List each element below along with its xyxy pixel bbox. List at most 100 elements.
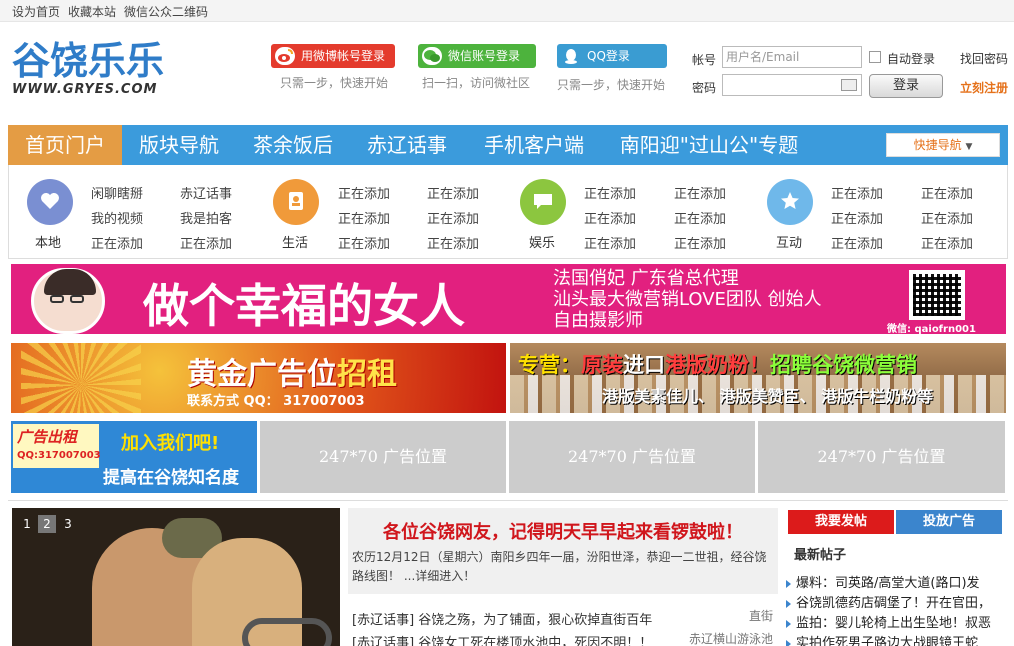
banner-line: 汕头最大微营销LOVE团队 创始人 xyxy=(553,289,822,310)
slider-page[interactable]: 3 xyxy=(59,515,77,533)
ad-slot-placeholder[interactable]: 247*70 广告位置 xyxy=(758,421,1005,493)
category-name-interaction[interactable]: 互动 xyxy=(764,232,814,251)
milk-l1-a: 专营： xyxy=(518,353,581,377)
heart-icon[interactable] xyxy=(27,179,73,225)
category-name-entertainment[interactable]: 娱乐 xyxy=(517,232,567,251)
slider-page[interactable]: 1 xyxy=(18,515,36,533)
latest-post-item[interactable]: 谷饶凯德药店碉堡了！开在官田， xyxy=(786,592,1002,611)
join-us-text: 加入我们吧! xyxy=(121,433,220,454)
wechat-login-button[interactable]: 微信账号登录 xyxy=(418,44,536,68)
banner-lines: 法国俏妃 广东省总代理 汕头最大微营销LOVE团队 创始人 自由摄影师 xyxy=(553,268,822,331)
quick-nav-button[interactable]: 快捷导航 ▼ xyxy=(886,133,1000,157)
category-link[interactable]: 正在添加 xyxy=(427,183,479,202)
news-row-tag[interactable]: 直街 xyxy=(749,607,773,624)
category-link[interactable]: 闲聊瞎掰 xyxy=(91,183,143,202)
slider-page-active[interactable]: 2 xyxy=(38,515,56,533)
ad-banner-milk-powder[interactable]: 专营：原装进口港版奶粉！招聘谷饶微营销 港版美素佳儿、 港版美赞臣、 港版牛栏奶… xyxy=(510,343,1006,413)
milk-banner-line2: 港版美素佳儿、 港版美赞臣、 港版牛栏奶粉等 xyxy=(602,387,934,406)
news-row-tag[interactable]: 赤辽横山游泳池 xyxy=(689,630,773,646)
category-link[interactable]: 正在添加 xyxy=(921,183,973,202)
category-link[interactable]: 正在添加 xyxy=(674,233,726,252)
category-link[interactable]: 正在添加 xyxy=(338,183,390,202)
category-name-local[interactable]: 本地 xyxy=(23,232,73,251)
qq-login-hint: 只需一步，快速开始 xyxy=(557,78,666,92)
ad-slot-placeholder[interactable]: 247*70 广告位置 xyxy=(509,421,755,493)
avatar xyxy=(31,268,105,334)
qq-login-label: QQ登录 xyxy=(587,49,630,63)
category-link[interactable]: 正在添加 xyxy=(674,208,726,227)
category-link[interactable]: 我是拍客 xyxy=(180,208,232,227)
category-link[interactable]: 正在添加 xyxy=(584,183,636,202)
gold-title-a: 黄金广告位 xyxy=(187,357,337,392)
caret-down-icon: ▼ xyxy=(965,142,973,152)
ad-banner-happy-woman[interactable]: 做个幸福的女人 法国俏妃 广东省总代理 汕头最大微营销LOVE团队 创始人 自由… xyxy=(11,264,1006,334)
find-password-link[interactable]: 找回密码 xyxy=(960,50,1008,67)
register-link[interactable]: 立刻注册 xyxy=(960,79,1008,96)
nav-item-mobile[interactable]: 手机客户端 xyxy=(464,125,604,165)
gold-banner-title: 黄金广告位招租 xyxy=(187,349,397,393)
milk-l1-c: 进口 xyxy=(623,353,665,377)
bookmark-link[interactable]: 收藏本站 xyxy=(68,3,116,20)
category-link[interactable]: 正在添加 xyxy=(921,233,973,252)
top-bar: 设为首页 收藏本站 微信公众二维码 xyxy=(0,0,1014,22)
contacts-book-icon[interactable] xyxy=(273,179,319,225)
category-link[interactable]: 赤辽话事 xyxy=(180,183,232,202)
gold-title-b: 招租 xyxy=(337,357,397,392)
category-link[interactable]: 正在添加 xyxy=(831,183,883,202)
category-link[interactable]: 正在添加 xyxy=(674,183,726,202)
nav-item-special[interactable]: 南阳迎"过山公"专题 xyxy=(604,125,814,165)
nav-item-home[interactable]: 首页门户 xyxy=(8,125,122,165)
login-button[interactable]: 登录 xyxy=(869,74,943,98)
advertise-button[interactable]: 投放广告 xyxy=(896,510,1002,534)
news-row[interactable]: [赤辽话事] 谷饶女工死在楼顶水池中，死因不明！！ xyxy=(352,632,672,646)
username-input[interactable]: 用户名/Email xyxy=(722,46,862,68)
site-logo[interactable]: 谷饶乐乐 WWW.GRYES.COM xyxy=(12,40,164,97)
category-link[interactable]: 正在添加 xyxy=(427,208,479,227)
nav-item-chiliao[interactable]: 赤辽话事 xyxy=(350,125,464,165)
latest-post-item[interactable]: 爆料：司英路/高堂大道(路口)发 xyxy=(786,572,1002,591)
wechat-qr-link[interactable]: 微信公众二维码 xyxy=(124,3,208,20)
password-input[interactable] xyxy=(722,74,862,96)
star-icon[interactable] xyxy=(767,179,813,225)
category-link[interactable]: 正在添加 xyxy=(831,233,883,252)
news-row[interactable]: [赤辽话事] 谷饶之殇，为了铺面，狠心砍掉直街百年 xyxy=(352,609,672,628)
milk-l1-e: 招聘谷饶微营销 xyxy=(770,353,917,377)
category-name-life[interactable]: 生活 xyxy=(270,232,320,251)
set-homepage-link[interactable]: 设为首页 xyxy=(12,3,60,20)
news-summary[interactable]: 农历12月12日（星期六）南阳乡四年一届，汾阳世泽，恭迎一二世祖，经谷饶路线图！… xyxy=(352,548,772,586)
category-link[interactable]: 正在添加 xyxy=(921,208,973,227)
category-link[interactable]: 我的视频 xyxy=(91,208,143,227)
category-link[interactable]: 正在添加 xyxy=(91,233,143,252)
gold-banner-contact: 联系方式 QQ： 317007003 xyxy=(187,394,365,409)
ad-banner-join-us[interactable]: 广告出租 QQ:317007003 加入我们吧! 提高在谷饶知名度 xyxy=(11,421,257,493)
category-link[interactable]: 正在添加 xyxy=(831,208,883,227)
category-link[interactable]: 正在添加 xyxy=(584,233,636,252)
quick-nav-label: 快捷导航 xyxy=(913,138,962,152)
latest-post-item[interactable]: 监拍：婴儿轮椅上出生坠地！叔恶 xyxy=(786,612,1002,631)
milk-l1-b: 原装 xyxy=(581,353,623,377)
banner-wechat-id: 微信: qaiofrn001 xyxy=(887,324,976,334)
news-headline[interactable]: 各位谷饶网友，记得明天早早起来看锣鼓啦！ xyxy=(348,518,778,544)
weibo-login-hint: 只需一步，快速开始 xyxy=(280,76,389,90)
nav-item-chat[interactable]: 茶余饭后 xyxy=(236,125,350,165)
post-button[interactable]: 我要发帖 xyxy=(788,510,894,534)
username-label: 帐号 xyxy=(692,53,717,67)
keyboard-icon[interactable] xyxy=(841,79,857,91)
ad-slot-placeholder[interactable]: 247*70 广告位置 xyxy=(260,421,506,493)
qq-icon xyxy=(561,47,581,65)
qq-login-button[interactable]: QQ登录 xyxy=(557,44,667,68)
chat-bubble-icon[interactable] xyxy=(520,179,566,225)
slide-wheel xyxy=(242,618,332,646)
category-link[interactable]: 正在添加 xyxy=(584,208,636,227)
ad-banner-gold-slot[interactable]: 黄金广告位招租 联系方式 QQ： 317007003 xyxy=(11,343,506,413)
category-link[interactable]: 正在添加 xyxy=(180,233,232,252)
weibo-login-button[interactable]: 用微博帐号登录 xyxy=(271,44,395,68)
category-link[interactable]: 正在添加 xyxy=(427,233,479,252)
category-link[interactable]: 正在添加 xyxy=(338,233,390,252)
latest-post-item[interactable]: 实拍作死男子路边大战眼镜王蛇 xyxy=(786,632,1002,646)
nav-item-forums[interactable]: 版块导航 xyxy=(122,125,236,165)
banner-line: 法国俏妃 广东省总代理 xyxy=(553,268,739,289)
wechat-login-hint: 扫一扫，访问微社区 xyxy=(422,76,531,90)
category-link[interactable]: 正在添加 xyxy=(338,208,390,227)
auto-login-checkbox[interactable] xyxy=(869,51,881,63)
